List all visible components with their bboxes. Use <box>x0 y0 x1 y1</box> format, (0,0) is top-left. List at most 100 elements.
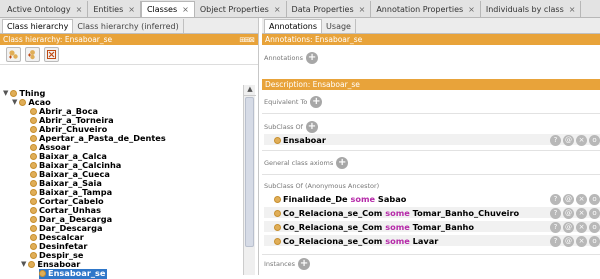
annotations-label: Annotations <box>264 54 304 62</box>
delete-button[interactable]: × <box>576 222 587 233</box>
tab-usage[interactable]: Usage <box>322 19 356 33</box>
close-icon[interactable]: × <box>569 5 576 14</box>
tab-entities[interactable]: Entities × <box>88 1 141 17</box>
tab-label: Entities <box>93 4 124 14</box>
divider <box>262 254 600 255</box>
add-subclass-icon <box>9 50 18 59</box>
add-subclass-of-button[interactable]: + <box>305 121 318 133</box>
expand-arrow-icon[interactable]: ▼ <box>12 98 17 108</box>
annotations-section: Annotations + <box>264 52 319 64</box>
tab-annotation-properties[interactable]: Annotation Properties × <box>371 1 481 17</box>
anon-ancestor-item[interactable]: Co_Relaciona_se_Com some Lavar <box>274 236 438 246</box>
general-axioms-section: General class axioms + <box>264 157 349 169</box>
class-icon <box>30 108 37 116</box>
edit-button[interactable]: o <box>589 208 600 219</box>
tab-object-properties[interactable]: Object Properties × <box>194 1 287 17</box>
expand-arrow-icon[interactable]: ▼ <box>21 260 26 270</box>
annotate-button[interactable]: @ <box>563 208 574 219</box>
explain-button[interactable]: ? <box>550 208 561 219</box>
add-instance-button[interactable]: + <box>298 258 311 270</box>
delete-button[interactable]: × <box>576 236 587 247</box>
explain-button[interactable]: ? <box>550 236 561 247</box>
tab-individuals-by-class[interactable]: Individuals by class × <box>480 1 582 17</box>
annotate-button[interactable]: @ <box>563 135 574 146</box>
edit-button[interactable]: o <box>589 194 600 205</box>
edit-button[interactable]: o <box>589 222 600 233</box>
tab-label: Object Properties <box>199 4 269 14</box>
tab-active-ontology[interactable]: Active Ontology × <box>2 1 89 17</box>
tab-label: Data Properties <box>291 4 354 14</box>
delete-button[interactable]: × <box>576 194 587 205</box>
anon-ancestor-item[interactable]: Co_Relaciona_se_Com some Tomar_Banho_Chu… <box>274 208 519 218</box>
scrollbar-thumb[interactable] <box>245 97 254 247</box>
anon-ancestor-item[interactable]: Finalidade_De some Sabao <box>274 194 406 204</box>
class-icon <box>30 216 37 224</box>
tab-classes[interactable]: Classes × <box>140 1 195 17</box>
expand-arrow-icon[interactable]: ▼ <box>3 89 8 99</box>
hierarchy-toolbar <box>0 45 258 65</box>
edit-button[interactable]: o <box>589 236 600 247</box>
add-general-axiom-button[interactable]: + <box>336 157 349 169</box>
property-name: Co_Relaciona_se_Com <box>283 236 383 246</box>
tree-scrollbar[interactable]: ▲ <box>243 85 256 275</box>
add-annotation-button[interactable]: + <box>306 52 319 64</box>
tab-annotations[interactable]: Annotations <box>264 19 323 33</box>
close-icon[interactable]: × <box>76 5 83 14</box>
class-icon <box>28 261 36 269</box>
delete-class-button[interactable] <box>44 47 59 62</box>
tree-node-label: Ensaboar_se <box>48 268 106 278</box>
details-panel: Annotations Usage Annotations: Ensaboar_… <box>262 18 600 275</box>
class-icon <box>30 225 37 233</box>
target-class: Tomar_Banho <box>412 222 475 232</box>
explain-button[interactable]: ? <box>550 222 561 233</box>
keyword-some: some <box>385 208 410 218</box>
subclass-label: SubClass Of <box>264 123 303 131</box>
close-icon[interactable]: × <box>182 5 189 14</box>
row-buttons: ? @ × o <box>550 222 600 233</box>
class-icon <box>39 270 46 278</box>
instances-section: Instances + <box>264 258 311 270</box>
add-sibling-button[interactable] <box>25 47 40 62</box>
main-tab-bar: Active Ontology × Entities × Classes × Obje… <box>0 0 600 18</box>
annotate-button[interactable]: @ <box>563 236 574 247</box>
class-icon <box>30 153 37 161</box>
tab-class-hierarchy-inferred[interactable]: Class hierarchy (inferred) <box>73 19 184 33</box>
class-icon <box>30 135 37 143</box>
close-icon[interactable]: × <box>128 5 135 14</box>
row-buttons: ? @ × o <box>550 236 600 247</box>
explain-button[interactable]: ? <box>550 194 561 205</box>
tab-class-hierarchy[interactable]: Class hierarchy <box>2 19 74 33</box>
add-equivalent-button[interactable]: + <box>310 96 323 108</box>
class-icon <box>274 136 281 144</box>
class-hierarchy-header: Class hierarchy: Ensaboar_se ⊞⊞⊠ <box>0 34 258 45</box>
delete-button[interactable]: × <box>576 135 587 146</box>
annotate-button[interactable]: @ <box>563 194 574 205</box>
annotate-button[interactable]: @ <box>563 222 574 233</box>
description-header: Description: Ensaboar_se <box>262 79 600 90</box>
class-icon <box>30 144 37 152</box>
divider <box>262 150 600 151</box>
close-icon[interactable]: × <box>274 5 281 14</box>
property-name: Co_Relaciona_se_Com <box>283 222 383 232</box>
tab-label: Classes <box>146 5 178 14</box>
anon-ancestor-item[interactable]: Co_Relaciona_se_Com some Tomar_Banho <box>274 222 474 232</box>
edit-button[interactable]: o <box>589 135 600 146</box>
close-icon[interactable]: × <box>359 5 366 14</box>
tab-label: Active Ontology <box>7 4 71 14</box>
subclass-item[interactable]: Ensaboar <box>274 135 326 145</box>
close-icon[interactable]: × <box>468 5 475 14</box>
subclass-item-label: Ensaboar <box>283 135 326 145</box>
class-icon <box>274 223 281 231</box>
tab-label: Annotation Properties <box>376 4 464 14</box>
hierarchy-tabs: Class hierarchy Class hierarchy (inferre… <box>0 18 258 34</box>
class-icon <box>30 180 37 188</box>
scroll-up-icon[interactable]: ▲ <box>244 85 256 96</box>
tab-data-properties[interactable]: Data Properties × <box>286 1 372 17</box>
tree-node[interactable]: Ensaboar_se <box>39 268 108 279</box>
view-controls-icon[interactable]: ⊞⊞⊠ <box>239 36 258 44</box>
explain-button[interactable]: ? <box>550 135 561 146</box>
anon-ancestor-section: SubClass Of (Anonymous Ancestor) <box>264 182 379 190</box>
delete-button[interactable]: × <box>576 208 587 219</box>
class-icon <box>30 234 37 242</box>
add-subclass-button[interactable] <box>6 47 21 62</box>
